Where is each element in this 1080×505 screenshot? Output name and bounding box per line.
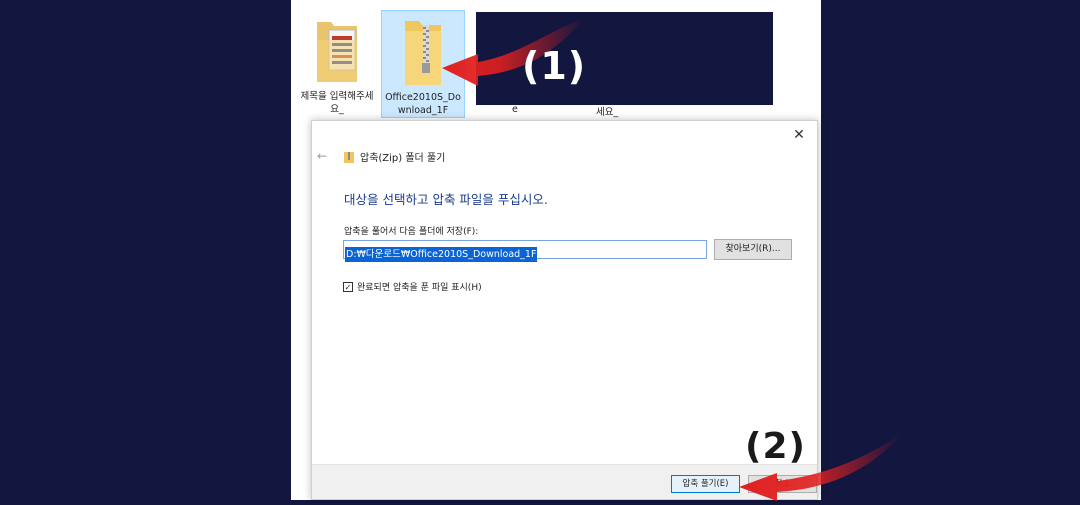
- show-files-label: 완료되면 압축을 푼 파일 표시(H): [357, 283, 482, 293]
- back-arrow-icon[interactable]: ←: [317, 149, 327, 163]
- destination-label: 압축을 풀어서 다음 폴더에 저장(F):: [344, 227, 479, 237]
- zip-folder-item[interactable]: Office2010S_Download_1F: [381, 10, 465, 118]
- destination-path-value: D:₩다운로드₩Office2010S_Download_1F: [345, 247, 538, 262]
- partial-file-label: e: [512, 104, 518, 115]
- zip-folder-name: Office2010S_Download_1F: [385, 92, 461, 116]
- show-files-option[interactable]: ✓ 완료되면 압축을 푼 파일 표시(H): [343, 280, 482, 293]
- zip-folder-icon: [405, 21, 441, 85]
- browse-button[interactable]: 찾아보기(R)...: [714, 239, 792, 260]
- step-1-label: (1): [522, 44, 587, 88]
- instruction-heading: 대상을 선택하고 압축 파일을 푸십시오.: [344, 192, 548, 207]
- destination-path-input[interactable]: D:₩다운로드₩Office2010S_Download_1F: [343, 240, 707, 262]
- folder-with-documents-icon: [317, 22, 357, 82]
- zip-folder-icon: [344, 151, 354, 163]
- extract-button[interactable]: 압축 풀기(E): [671, 475, 740, 493]
- folder-item[interactable]: 제목을 입력해주세요_: [295, 10, 379, 118]
- extract-zip-dialog: ✕ ← 압축(Zip) 폴더 풀기 대상을 선택하고 압축 파일을 푸십시오. …: [311, 120, 818, 500]
- partial-file-label: 세요_: [596, 107, 619, 118]
- close-button[interactable]: ✕: [789, 125, 809, 145]
- folder-name: 제목을 입력해주세요_: [300, 91, 374, 115]
- show-files-checkbox[interactable]: ✓: [343, 281, 353, 292]
- cancel-button[interactable]: 취소: [748, 475, 817, 493]
- redaction-box: [476, 12, 773, 105]
- wizard-title: 압축(Zip) 폴더 풀기: [344, 149, 445, 164]
- wizard-title-text: 압축(Zip) 폴더 풀기: [360, 153, 446, 164]
- dialog-footer: 압축 풀기(E) 취소: [312, 464, 817, 499]
- step-2-label: (2): [745, 426, 806, 467]
